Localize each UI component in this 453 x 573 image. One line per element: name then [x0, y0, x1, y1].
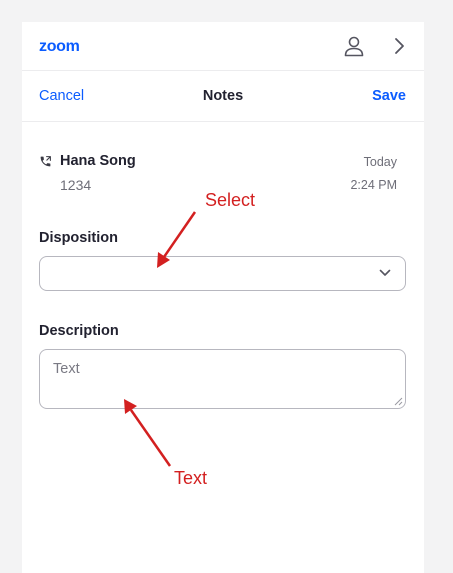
call-time: 2:24 PM — [350, 178, 397, 192]
description-label: Description — [39, 323, 119, 339]
notes-header: Cancel Notes Save — [22, 71, 424, 122]
resize-handle-icon[interactable] — [394, 397, 403, 406]
disposition-label: Disposition — [39, 230, 118, 246]
zoom-logo: zoom — [39, 38, 80, 55]
chevron-down-icon — [379, 269, 391, 276]
user-icon[interactable] — [343, 35, 365, 57]
chevron-right-icon[interactable] — [392, 36, 406, 56]
page-title: Notes — [202, 88, 244, 104]
select-callout: Select — [205, 190, 256, 210]
description-placeholder: Text — [53, 361, 80, 377]
contact-number: 1234 — [60, 177, 92, 193]
phone-icon — [40, 156, 51, 167]
disposition-select[interactable] — [39, 256, 406, 291]
top-bar: zoom — [22, 22, 424, 71]
contact-name: Hana Song — [60, 153, 136, 169]
description-textarea[interactable]: Text — [39, 349, 406, 409]
text-callout: Text — [174, 468, 208, 488]
notes-panel: zoom Cancel Notes Save Hana Song 1234 To… — [22, 22, 424, 573]
call-day: Today — [363, 155, 397, 169]
save-button[interactable]: Save — [372, 88, 406, 104]
